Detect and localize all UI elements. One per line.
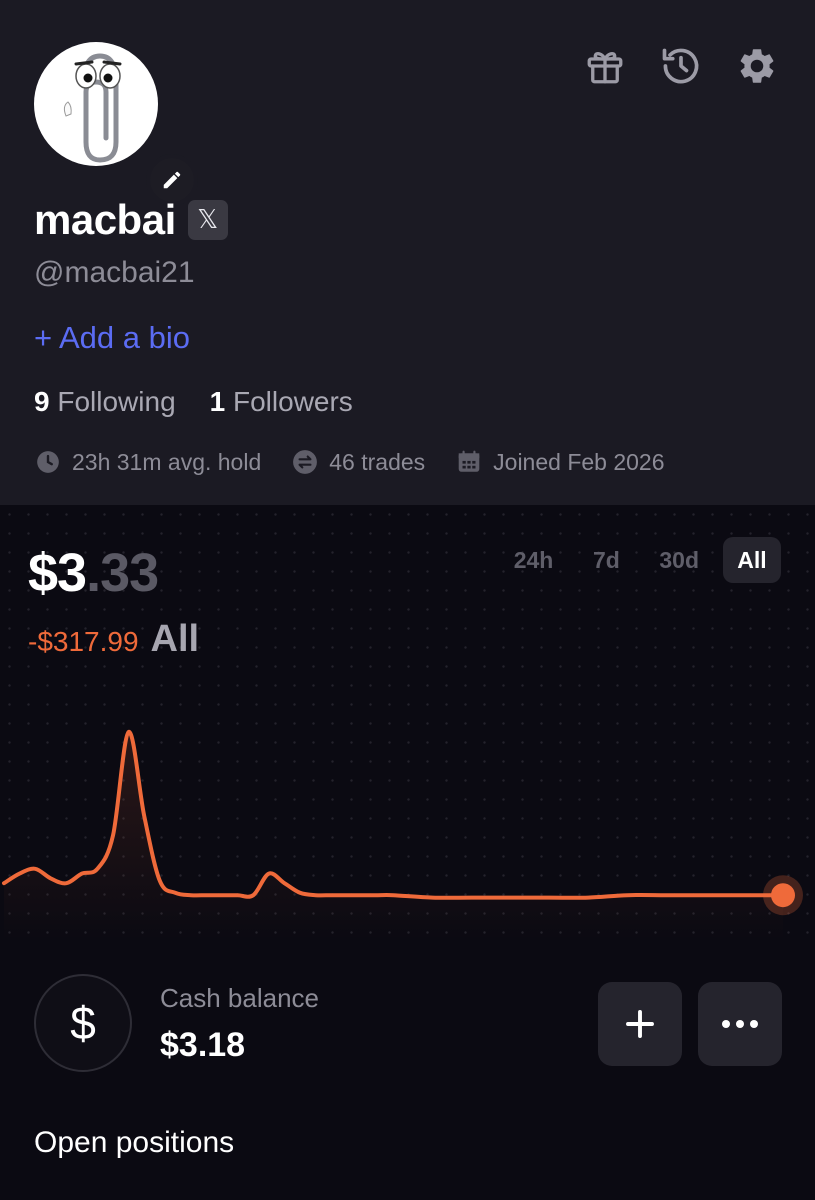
pnl-summary: -$317.99 All [28, 618, 199, 661]
range-selector: 24h 7d 30d All [502, 537, 781, 583]
name-row: macbai 𝕏 [34, 196, 228, 244]
gift-icon [587, 52, 623, 84]
portfolio-value: $3.33 [28, 542, 159, 604]
pnl-delta: -$317.99 [28, 626, 139, 657]
follow-stats: 9 Following 1 Followers [34, 386, 353, 418]
plus-icon [626, 1010, 654, 1038]
deposit-button[interactable] [598, 982, 682, 1066]
display-name: macbai [34, 196, 176, 243]
trades-stat: 46 trades [291, 448, 425, 476]
settings-button[interactable] [735, 42, 779, 90]
avg-hold-stat: 23h 31m avg. hold [34, 448, 261, 476]
joined-stat: Joined Feb 2026 [455, 448, 665, 476]
avatar[interactable] [34, 42, 198, 206]
chart-end-marker [771, 883, 795, 908]
gear-icon [740, 49, 774, 83]
gift-button[interactable] [583, 42, 627, 90]
trader-stats: 23h 31m avg. hold 46 trades Joined Feb 2… [34, 448, 665, 476]
history-icon [662, 48, 699, 84]
cash-balance-icon: $ [34, 974, 132, 1072]
avg-hold-text: 23h 31m avg. hold [72, 448, 262, 475]
following-count: 9 [34, 386, 50, 417]
range-7d-tab[interactable]: 7d [577, 537, 635, 583]
range-24h-tab[interactable]: 24h [502, 537, 566, 583]
pnl-period: All [150, 618, 200, 660]
cash-balance-value: $3.18 [160, 1026, 246, 1064]
pencil-icon [163, 171, 181, 189]
history-button[interactable] [659, 42, 703, 90]
portfolio-value-cents: .33 [86, 543, 159, 603]
following-label: Following [57, 386, 176, 417]
following-link[interactable]: 9 Following [34, 386, 176, 418]
calendar-icon [455, 448, 483, 476]
dollar-icon: $ [70, 997, 96, 1049]
more-icon [722, 1020, 758, 1028]
cash-balance-label: Cash balance [160, 983, 319, 1013]
add-bio-link[interactable]: + Add a bio [34, 320, 190, 356]
clock-icon [34, 448, 62, 476]
followers-count: 1 [209, 386, 226, 417]
more-options-button[interactable] [698, 982, 782, 1066]
trades-text: 46 trades [329, 448, 426, 475]
open-positions-heading: Open positions [34, 1126, 235, 1159]
swap-icon [291, 448, 319, 476]
followers-link[interactable]: 1 Followers [210, 386, 353, 418]
user-handle: @macbai21 [34, 256, 195, 289]
range-all-tab[interactable]: All [723, 537, 781, 583]
followers-label: Followers [233, 386, 353, 417]
portfolio-value-dollars: $3 [28, 543, 87, 603]
profile-card: macbai 𝕏 @macbai21 + Add a bio 9 Followi… [0, 0, 815, 505]
joined-text: Joined Feb 2026 [493, 448, 665, 475]
range-30d-tab[interactable]: 30d [647, 537, 711, 583]
x-verified-badge[interactable]: 𝕏 [187, 200, 228, 240]
portfolio-chart [2, 729, 803, 940]
header-actions [583, 42, 779, 90]
paperclip-avatar-image [63, 53, 122, 163]
